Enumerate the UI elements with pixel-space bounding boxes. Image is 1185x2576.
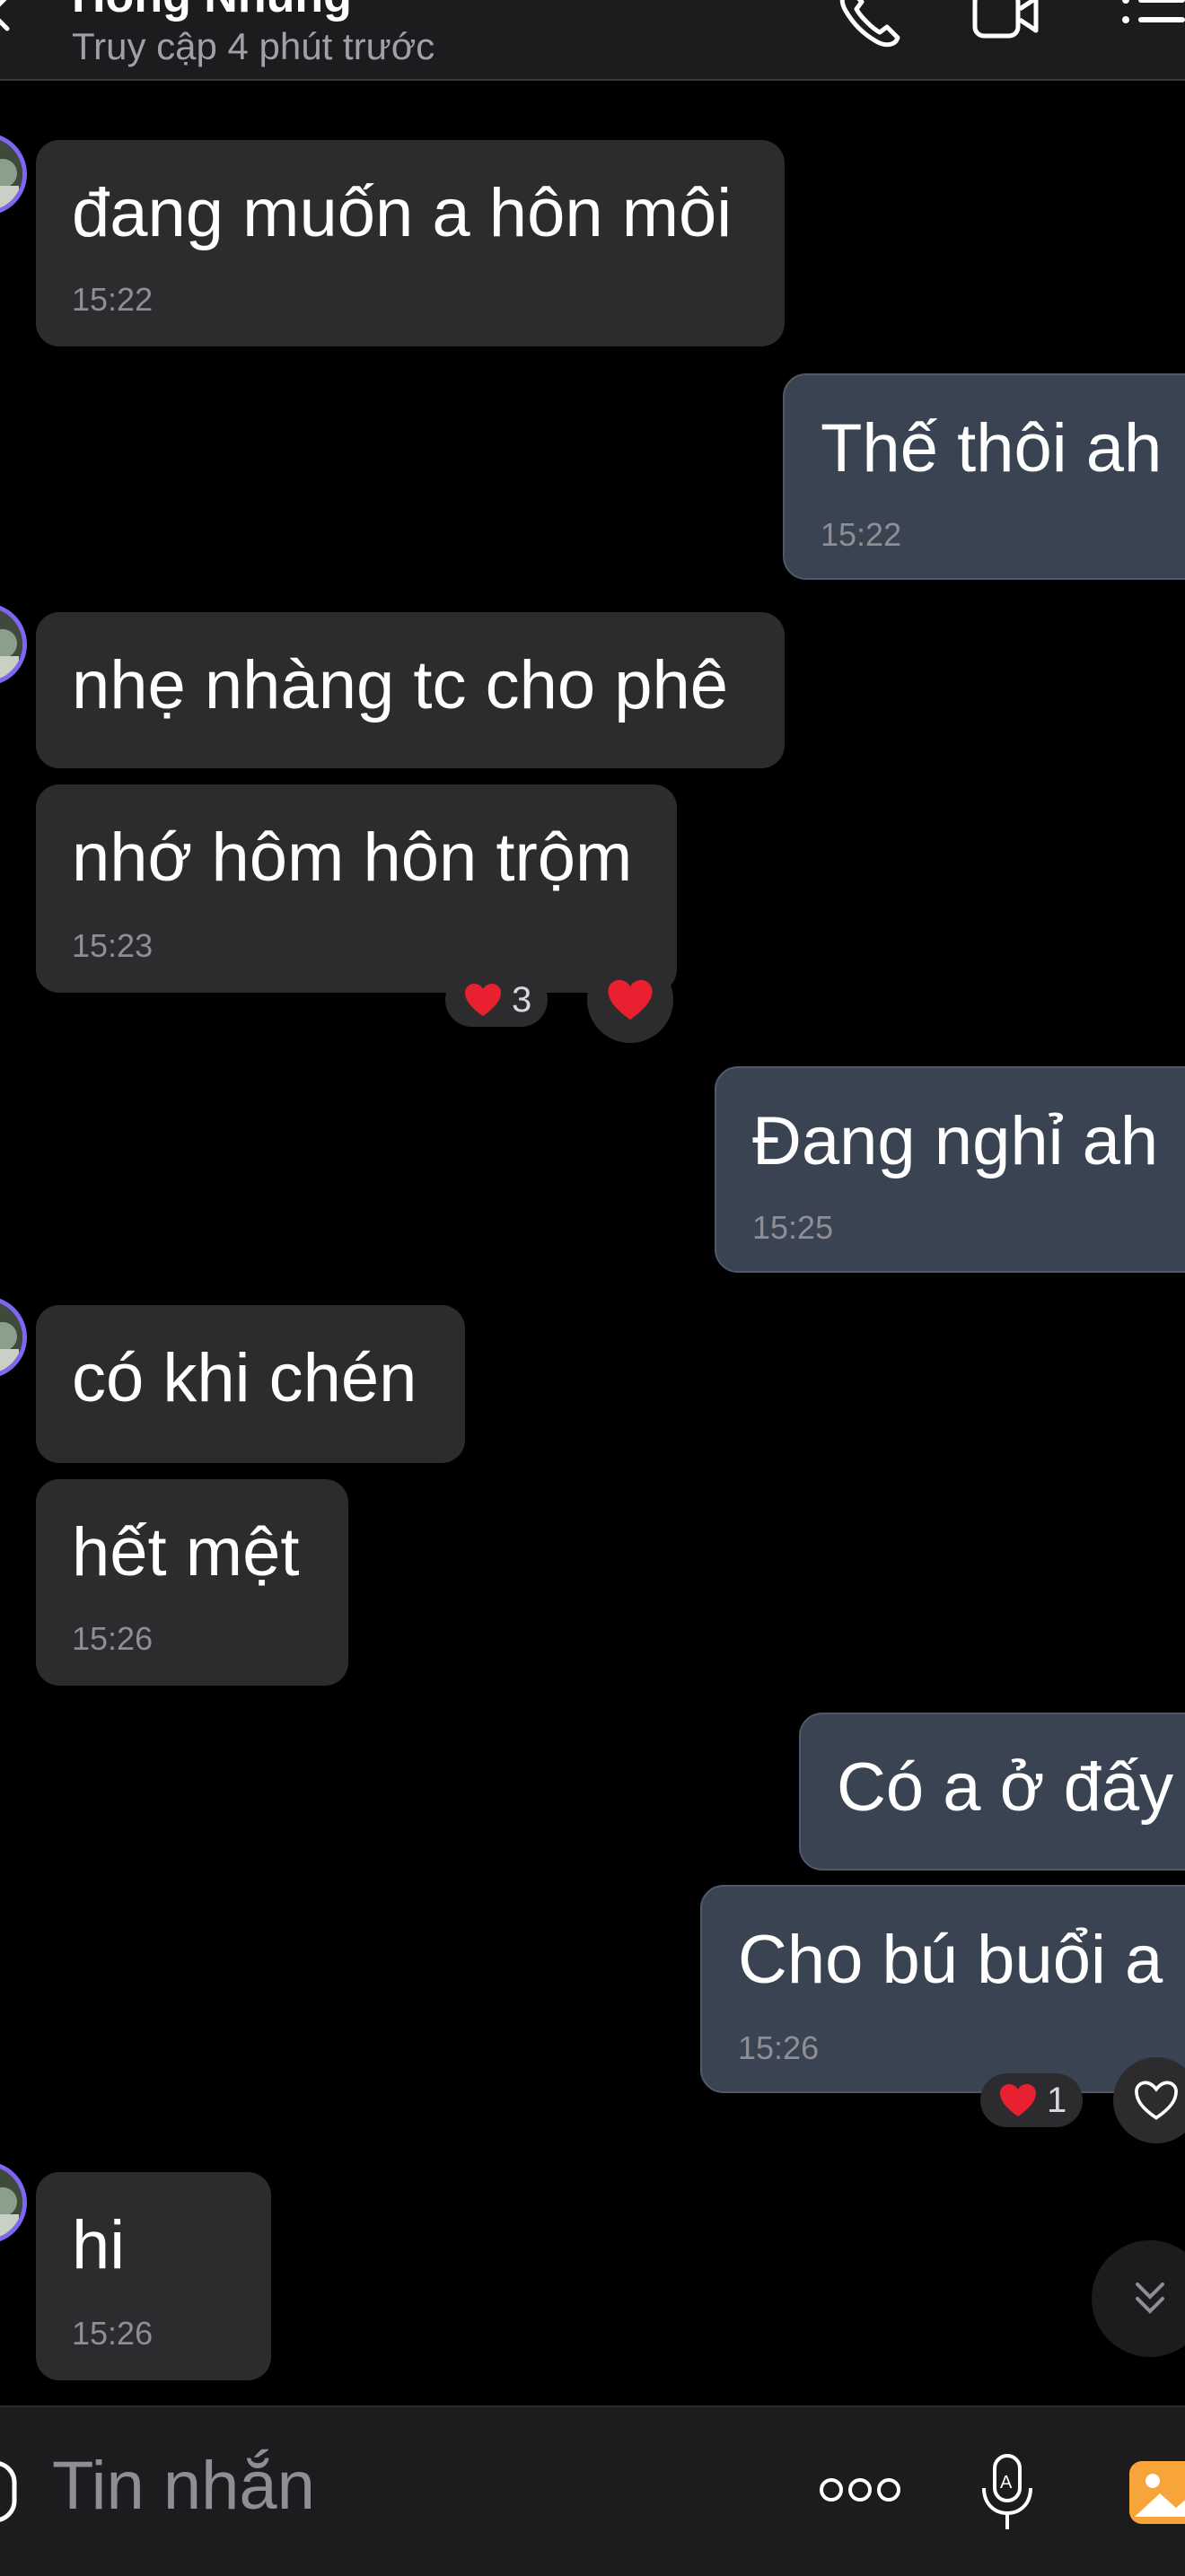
message-text: nhẹ nhàng tc cho phê: [72, 647, 729, 723]
message-bubble-incoming[interactable]: hết mệt 15:26: [36, 1479, 348, 1686]
message-time: 15:25: [752, 1209, 834, 1246]
heart-outline-icon: [1135, 2081, 1178, 2120]
contact-avatar[interactable]: [0, 603, 27, 686]
heart-icon: [465, 984, 501, 1016]
message-text: hết mệt: [72, 1514, 300, 1590]
message-bubble-incoming[interactable]: có khi chén: [36, 1305, 465, 1463]
message-bubble-incoming[interactable]: nhớ hôm hôn trộm 15:23: [36, 784, 677, 993]
video-call-icon[interactable]: [970, 0, 1041, 54]
last-seen-status: Truy cập 4 phút trước: [72, 25, 435, 67]
back-icon[interactable]: [0, 0, 20, 32]
message-text: Đang nghỉ ah: [752, 1103, 1159, 1179]
contact-avatar[interactable]: [0, 2161, 27, 2244]
heart-icon: [1000, 2084, 1036, 2116]
message-bubble-outgoing[interactable]: Đang nghỉ ah 15:25: [715, 1066, 1185, 1273]
list-menu-icon[interactable]: [1117, 0, 1185, 54]
sticker-icon[interactable]: [0, 2459, 18, 2524]
message-input[interactable]: Tin nhắn: [52, 2450, 315, 2522]
message-text: Có a ở đấy: [837, 1749, 1174, 1826]
message-time: 15:22: [72, 281, 154, 318]
message-bubble-incoming[interactable]: hi 15:26: [36, 2172, 271, 2380]
message-bubble-outgoing[interactable]: Có a ở đấy: [799, 1713, 1185, 1871]
message-time: 15:22: [821, 516, 902, 553]
message-text: đang muốn a hôn môi: [72, 175, 733, 251]
scroll-to-bottom-button[interactable]: [1092, 2240, 1185, 2357]
reaction-summary[interactable]: 1: [980, 2073, 1084, 2127]
message-text: Cho bú buổi a: [738, 1922, 1163, 1998]
message-time: 15:26: [738, 2029, 820, 2066]
chat-header: Hồng Nhung Truy cập 4 phút trước: [0, 0, 1185, 81]
message-bubble-incoming[interactable]: đang muốn a hôn môi 15:22: [36, 140, 785, 346]
more-dots-icon[interactable]: [819, 2474, 901, 2506]
voice-mic-icon[interactable]: A: [979, 2452, 1036, 2533]
contact-name[interactable]: Hồng Nhung: [72, 0, 352, 23]
message-text: Thế thôi ah: [821, 410, 1163, 486]
message-text: có khi chén: [72, 1340, 417, 1416]
react-button[interactable]: [587, 957, 673, 1043]
phone-icon[interactable]: [833, 0, 905, 54]
contact-avatar[interactable]: [0, 133, 27, 215]
message-text: hi: [72, 2207, 126, 2283]
message-text: nhớ hôm hôn trộm: [72, 819, 633, 896]
message-time: 15:23: [72, 927, 154, 964]
message-composer: Tin nhắn A: [0, 2405, 1185, 2576]
react-button[interactable]: [1113, 2057, 1185, 2143]
reaction-count: 3: [512, 979, 532, 1020]
image-icon[interactable]: [1126, 2458, 1185, 2528]
reaction-summary[interactable]: 3: [445, 973, 549, 1027]
contact-avatar[interactable]: [0, 1296, 27, 1379]
message-time: 15:26: [72, 2315, 154, 2352]
svg-text:A: A: [1000, 2473, 1013, 2493]
message-time: 15:26: [72, 1620, 154, 1657]
reaction-count: 1: [1047, 2080, 1067, 2120]
double-chevron-down-icon: [1136, 2282, 1164, 2314]
heart-icon: [608, 979, 653, 1021]
message-bubble-incoming[interactable]: nhẹ nhàng tc cho phê: [36, 612, 785, 768]
message-bubble-outgoing[interactable]: Thế thôi ah 15:22: [783, 373, 1185, 580]
message-bubble-outgoing[interactable]: Cho bú buổi a 15:26: [700, 1885, 1185, 2093]
